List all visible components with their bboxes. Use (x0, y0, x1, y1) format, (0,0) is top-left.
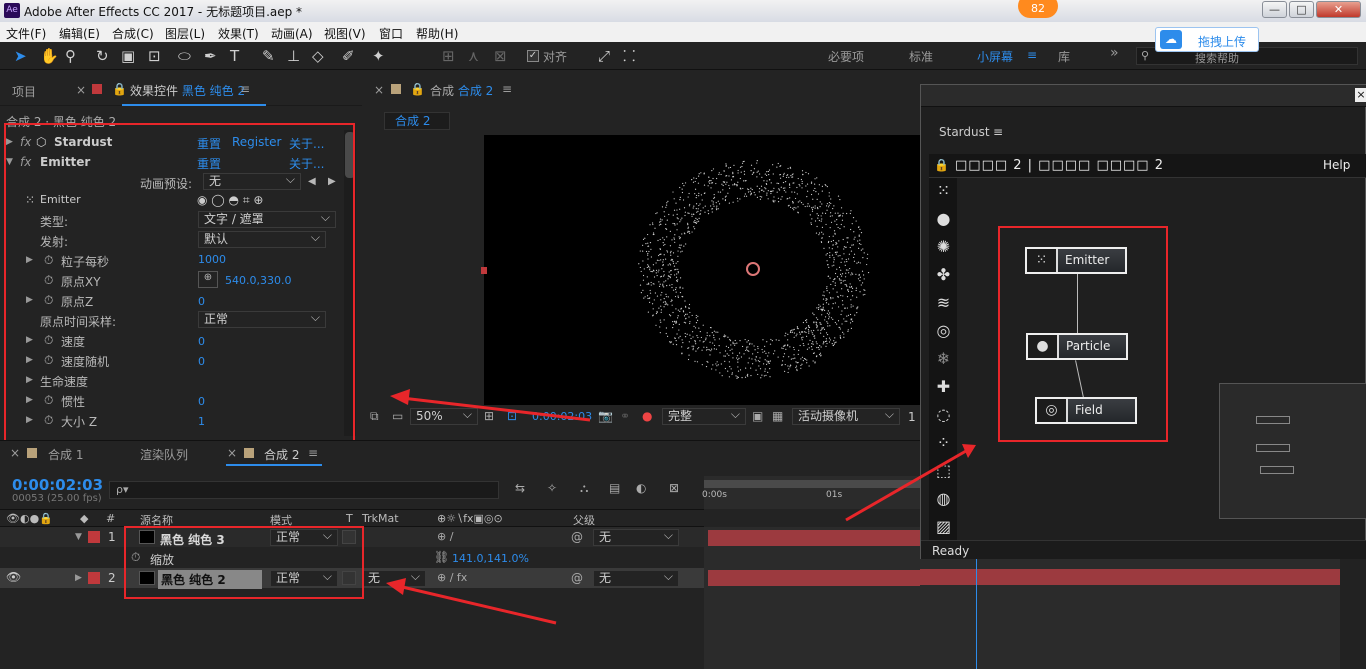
annotation-arrows (386, 389, 976, 625)
arrow-to-layers (386, 578, 557, 625)
arrow-to-nodes (845, 444, 976, 522)
arrow-to-effects (390, 389, 591, 422)
